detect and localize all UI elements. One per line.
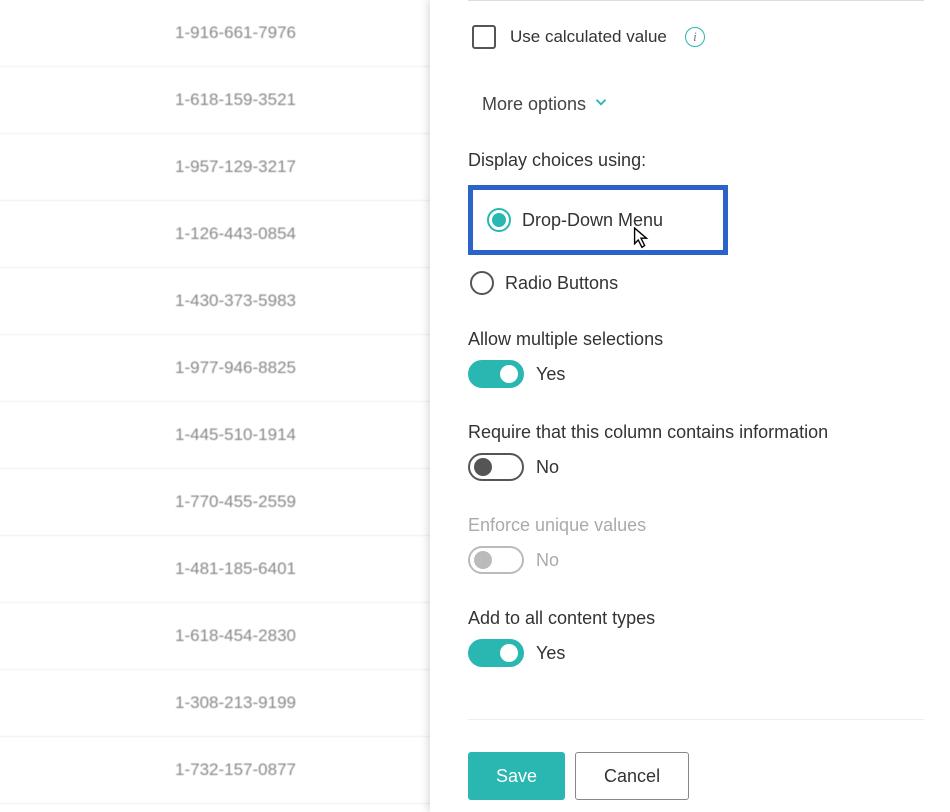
add-all-content-types-toggle[interactable] <box>468 639 524 667</box>
table-row[interactable]: 1-916-661-7976 <box>0 0 440 67</box>
phone-cell: 1-308-213-9199 <box>0 693 296 713</box>
phone-cell: 1-957-129-3217 <box>0 157 296 177</box>
table-row[interactable]: 1-977-946-8825 <box>0 335 440 402</box>
table-row[interactable]: 1-308-213-9199 <box>0 670 440 737</box>
use-calculated-value-checkbox[interactable] <box>472 25 496 49</box>
phone-cell: 1-977-946-8825 <box>0 358 296 378</box>
require-info-state: No <box>536 457 559 478</box>
require-info-label: Require that this column contains inform… <box>468 422 924 443</box>
add-all-content-types-state: Yes <box>536 643 565 664</box>
allow-multiple-toggle[interactable] <box>468 360 524 388</box>
background-data-grid: 1-916-661-7976 1-618-159-3521 des1-957-1… <box>0 0 440 804</box>
phone-cell: 1-126-443-0854 <box>0 224 296 244</box>
radio-selected-icon[interactable] <box>487 208 511 232</box>
use-calculated-value-label: Use calculated value <box>510 27 667 47</box>
more-options-label: More options <box>482 94 586 115</box>
column-settings-panel: Use calculated value i More options Disp… <box>430 0 950 812</box>
phone-cell: 1-481-185-6401 <box>0 559 296 579</box>
phone-cell: 1-430-373-5983 <box>0 291 296 311</box>
require-info-toggle[interactable] <box>468 453 524 481</box>
phone-cell: 1-732-157-0877 <box>0 760 296 780</box>
table-row[interactable]: des1-126-443-0854 <box>0 201 440 268</box>
phone-cell: 1-618-159-3521 <box>0 90 296 110</box>
table-row[interactable]: 1-618-159-3521 <box>0 67 440 134</box>
table-row[interactable]: des1-481-185-6401 <box>0 536 440 603</box>
phone-cell: 1-445-510-1914 <box>0 425 296 445</box>
allow-multiple-label: Allow multiple selections <box>468 329 924 350</box>
enforce-unique-label: Enforce unique values <box>468 515 924 536</box>
phone-cell: 1-618-454-2830 <box>0 626 296 646</box>
dropdown-option-highlight: Drop-Down Menu <box>468 185 728 255</box>
table-row[interactable]: 1-618-454-2830 <box>0 603 440 670</box>
enforce-unique-state: No <box>536 550 559 571</box>
add-all-content-types-label: Add to all content types <box>468 608 924 629</box>
cancel-button[interactable]: Cancel <box>575 752 689 800</box>
table-row[interactable]: des1-732-157-0877 <box>0 737 440 804</box>
enforce-unique-toggle <box>468 546 524 574</box>
table-row[interactable]: 1-770-455-2559 <box>0 469 440 536</box>
display-dropdown-option[interactable]: Drop-Down Menu <box>487 208 709 232</box>
allow-multiple-state: Yes <box>536 364 565 385</box>
display-radio-option[interactable]: Radio Buttons <box>468 271 924 295</box>
use-calculated-value-row[interactable]: Use calculated value i <box>468 25 924 49</box>
more-options-toggle[interactable]: More options <box>482 93 924 116</box>
table-row[interactable]: 1-430-373-5983 <box>0 268 440 335</box>
table-row[interactable]: des1-957-129-3217 <box>0 134 440 201</box>
save-button[interactable]: Save <box>468 752 565 800</box>
info-icon[interactable]: i <box>685 27 705 47</box>
phone-cell: 1-770-455-2559 <box>0 492 296 512</box>
chevron-down-icon <box>592 93 610 116</box>
panel-footer: Save Cancel <box>468 752 689 800</box>
display-choices-label: Display choices using: <box>468 150 924 171</box>
radio-unselected-icon[interactable] <box>470 271 494 295</box>
phone-cell: 1-916-661-7976 <box>0 23 296 43</box>
table-row[interactable]: 1-445-510-1914 <box>0 402 440 469</box>
radio-option-label: Radio Buttons <box>505 273 618 294</box>
dropdown-option-label: Drop-Down Menu <box>522 210 663 231</box>
